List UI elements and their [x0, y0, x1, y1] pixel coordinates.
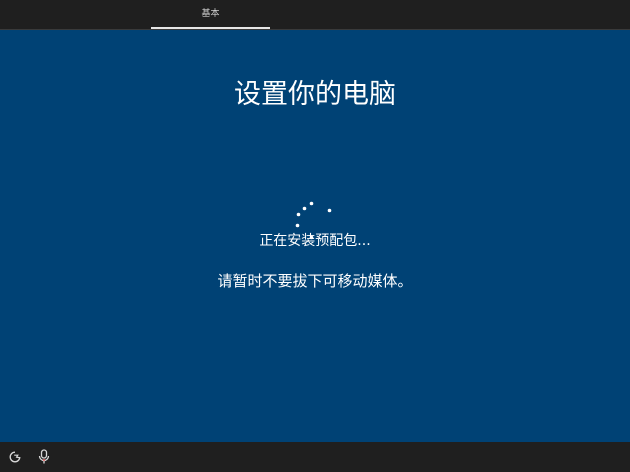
tab-basic-label: 基本	[201, 9, 220, 19]
setup-content: 设置你的电脑 正在安装预配包... 请暂时不要拔下可移动媒体。	[0, 30, 630, 442]
accessibility-icon	[9, 451, 21, 463]
microphone-icon	[38, 449, 50, 464]
hint-text: 请暂时不要拔下可移动媒体。	[217, 272, 413, 290]
microphone-button[interactable]	[34, 447, 54, 467]
tab-basic[interactable]: 基本	[151, 0, 270, 30]
bottom-bar	[0, 442, 630, 472]
top-bar: 基本	[0, 0, 630, 30]
accessibility-button[interactable]	[5, 447, 25, 467]
page-title: 设置你的电脑	[234, 79, 396, 110]
status-text: 正在安装预配包...	[259, 233, 371, 249]
